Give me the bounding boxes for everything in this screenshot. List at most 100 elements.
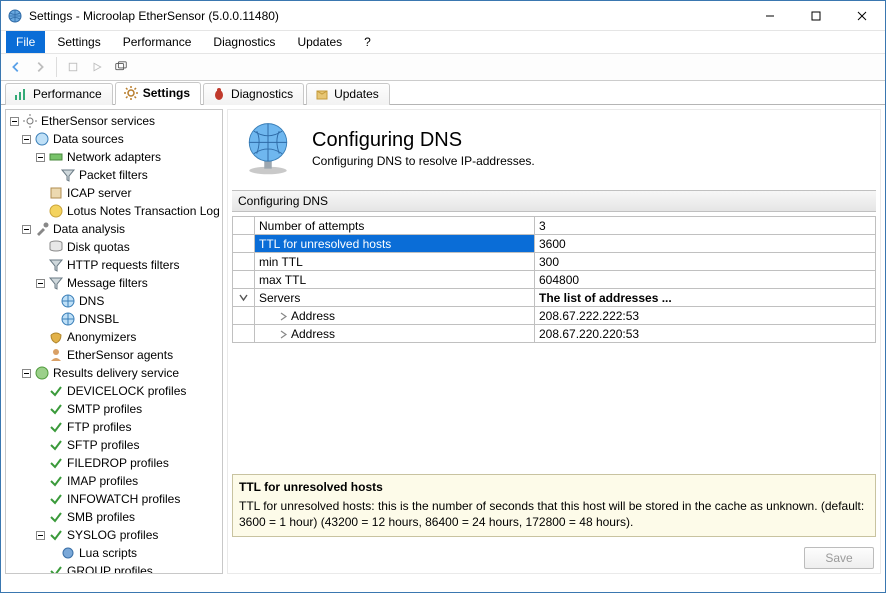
- tree-ftp[interactable]: FTP profiles: [6, 418, 222, 436]
- tree-results[interactable]: Results delivery service: [6, 364, 222, 382]
- tab-performance[interactable]: Performance: [5, 83, 113, 105]
- tree-http-filters[interactable]: HTTP requests filters: [6, 256, 222, 274]
- tree-network-adapters[interactable]: Network adapters: [6, 148, 222, 166]
- chevron-right-icon[interactable]: [279, 312, 291, 321]
- tree-packet-filters[interactable]: Packet filters: [6, 166, 222, 184]
- tree-filedrop[interactable]: FILEDROP profiles: [6, 454, 222, 472]
- collapse-icon[interactable]: [34, 529, 46, 541]
- tree-data-sources[interactable]: Data sources: [6, 130, 222, 148]
- titlebar: Settings - Microolap EtherSensor (5.0.0.…: [1, 1, 885, 31]
- footer-bar: Save: [228, 541, 880, 573]
- prop-name: Servers: [255, 289, 535, 306]
- tree-disk-quotas[interactable]: Disk quotas: [6, 238, 222, 256]
- tree-group[interactable]: GROUP profiles: [6, 562, 222, 574]
- collapse-icon[interactable]: [34, 151, 46, 163]
- prop-value[interactable]: 3: [535, 217, 875, 234]
- stop-button[interactable]: [62, 56, 84, 78]
- tree-smtp[interactable]: SMTP profiles: [6, 400, 222, 418]
- grid-row-attempts[interactable]: Number of attempts 3: [233, 217, 875, 235]
- prop-value[interactable]: 604800: [535, 271, 875, 288]
- tree-lotus[interactable]: Lotus Notes Transaction Log: [6, 202, 222, 220]
- grid-row-max-ttl[interactable]: max TTL 604800: [233, 271, 875, 289]
- prop-value[interactable]: The list of addresses ...: [535, 289, 875, 306]
- prop-value[interactable]: 300: [535, 253, 875, 270]
- tab-settings[interactable]: Settings: [115, 82, 201, 105]
- profile-icon: [48, 509, 64, 525]
- section-title: Configuring DNS: [232, 190, 876, 212]
- menu-file[interactable]: File: [6, 31, 45, 53]
- profile-icon: [48, 383, 64, 399]
- tree-devicelock[interactable]: DEVICELOCK profiles: [6, 382, 222, 400]
- tree-sftp[interactable]: SFTP profiles: [6, 436, 222, 454]
- prop-value[interactable]: 3600: [535, 235, 875, 252]
- menu-settings[interactable]: Settings: [47, 31, 110, 53]
- server-icon: [48, 185, 64, 201]
- tree-data-analysis[interactable]: Data analysis: [6, 220, 222, 238]
- row-gutter: [233, 235, 255, 252]
- collapse-icon[interactable]: [20, 133, 32, 145]
- tree-agents[interactable]: EtherSensor agents: [6, 346, 222, 364]
- toolbar: [1, 53, 885, 81]
- prop-name: Address: [255, 307, 535, 324]
- profile-icon: [48, 491, 64, 507]
- page-title: Configuring DNS: [312, 129, 535, 152]
- profile-icon: [48, 455, 64, 471]
- menu-updates[interactable]: Updates: [287, 31, 352, 53]
- chevron-right-icon[interactable]: [279, 330, 291, 339]
- collapse-icon[interactable]: [8, 115, 20, 127]
- tree-anonymizers[interactable]: Anonymizers: [6, 328, 222, 346]
- collapse-icon[interactable]: [34, 277, 46, 289]
- prop-name: Address: [255, 325, 535, 342]
- filter-icon: [48, 275, 64, 291]
- save-button[interactable]: Save: [804, 547, 874, 569]
- maximize-button[interactable]: [793, 1, 839, 30]
- prop-name: Number of attempts: [255, 217, 535, 234]
- tree-infowatch[interactable]: INFOWATCH profiles: [6, 490, 222, 508]
- tab-label: Updates: [334, 87, 379, 101]
- content-pane: Configuring DNS Configuring DNS to resol…: [227, 109, 881, 574]
- row-gutter: [233, 307, 255, 324]
- menu-performance[interactable]: Performance: [113, 31, 202, 53]
- restart-button[interactable]: [110, 56, 132, 78]
- menu-help[interactable]: ?: [354, 31, 381, 53]
- body: EtherSensor services Data sources Networ…: [1, 105, 885, 592]
- tree-dnsbl[interactable]: DNSBL: [6, 310, 222, 328]
- tab-diagnostics[interactable]: Diagnostics: [203, 83, 304, 105]
- menu-diagnostics[interactable]: Diagnostics: [203, 31, 285, 53]
- collapse-icon[interactable]: [20, 223, 32, 235]
- collapse-icon[interactable]: [20, 367, 32, 379]
- tree-lua[interactable]: Lua scripts: [6, 544, 222, 562]
- tree-ethersensor-services[interactable]: EtherSensor services: [6, 112, 222, 130]
- tree-imap[interactable]: IMAP profiles: [6, 472, 222, 490]
- tree-message-filters[interactable]: Message filters: [6, 274, 222, 292]
- grid-row-servers[interactable]: Servers The list of addresses ...: [233, 289, 875, 307]
- play-button[interactable]: [86, 56, 108, 78]
- tree-smb[interactable]: SMB profiles: [6, 508, 222, 526]
- tree-pane[interactable]: EtherSensor services Data sources Networ…: [5, 109, 223, 574]
- grid-row-min-ttl[interactable]: min TTL 300: [233, 253, 875, 271]
- grid-row-address-2[interactable]: Address 208.67.220.220:53: [233, 325, 875, 343]
- back-button[interactable]: [5, 56, 27, 78]
- prop-value[interactable]: 208.67.220.220:53: [535, 325, 875, 342]
- forward-button[interactable]: [29, 56, 51, 78]
- prop-name: TTL for unresolved hosts: [255, 235, 535, 252]
- disk-icon: [48, 239, 64, 255]
- grid-row-address-1[interactable]: Address 208.67.222.222:53: [233, 307, 875, 325]
- tree-icap-server[interactable]: ICAP server: [6, 184, 222, 202]
- services-icon: [22, 113, 38, 129]
- prop-value[interactable]: 208.67.222.222:53: [535, 307, 875, 324]
- tab-updates[interactable]: Updates: [306, 83, 390, 105]
- filter-icon: [60, 167, 76, 183]
- tree-dns[interactable]: DNS: [6, 292, 222, 310]
- grid-row-ttl-unresolved[interactable]: TTL for unresolved hosts 3600: [233, 235, 875, 253]
- close-button[interactable]: [839, 1, 885, 30]
- expand-icon[interactable]: [233, 289, 255, 306]
- dns-icon: [60, 293, 76, 309]
- tabbar: Performance Settings Diagnostics Updates: [1, 81, 885, 105]
- prop-name: max TTL: [255, 271, 535, 288]
- dns-icon: [60, 311, 76, 327]
- row-gutter: [233, 253, 255, 270]
- tree-syslog[interactable]: SYSLOG profiles: [6, 526, 222, 544]
- minimize-button[interactable]: [747, 1, 793, 30]
- row-gutter: [233, 217, 255, 234]
